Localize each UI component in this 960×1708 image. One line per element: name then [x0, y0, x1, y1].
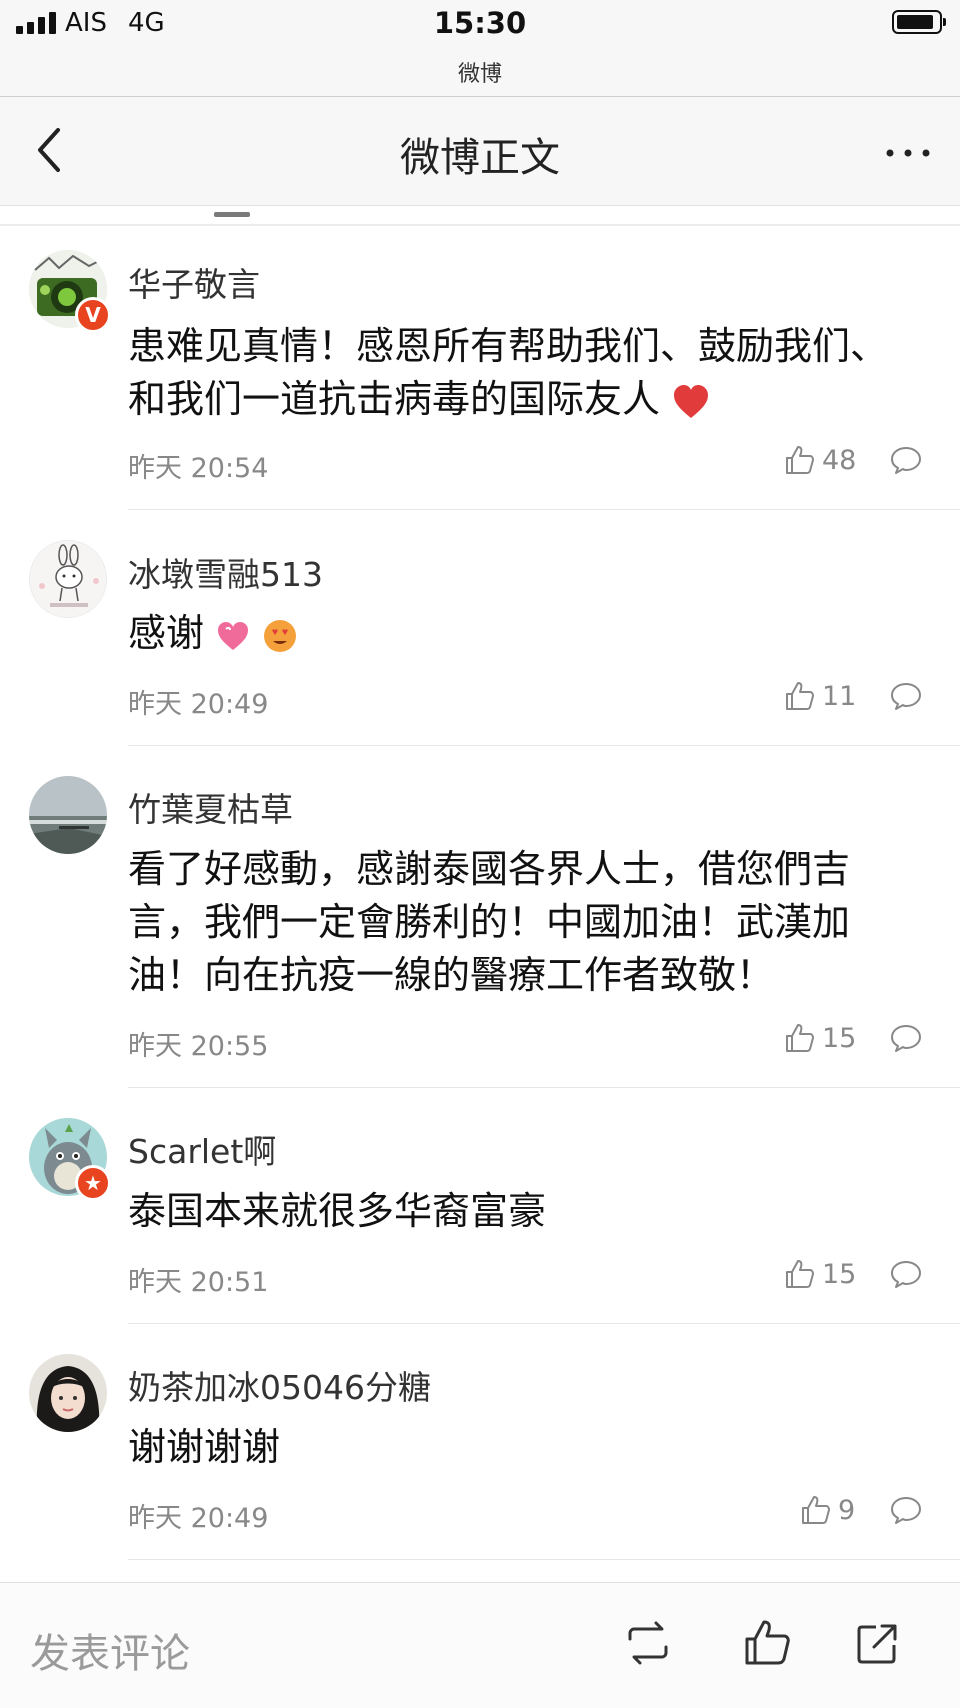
tab-indicator [214, 212, 250, 217]
comment-time: 昨天 20:51 [128, 1267, 269, 1298]
reply-button[interactable] [890, 1496, 922, 1524]
comment-divider [128, 1323, 960, 1324]
verified-badge: ★ [75, 1165, 111, 1201]
comment-time: 昨天 20:49 [128, 1503, 269, 1534]
thumbs-up-icon [786, 446, 814, 474]
comment-bubble-icon [891, 1261, 921, 1288]
comment-text-block: 看了好感動，感謝泰國各界人士，借您們吉言，我們一定會勝利的！中國加油！武漢加油！… [128, 843, 918, 1002]
like-button[interactable]: 11 [784, 680, 856, 712]
comment-text-block: 泰国本来就很多华裔富豪 [128, 1185, 918, 1238]
comment-text-block: 患难见真情！感恩所有帮助我们、鼓励我们、和我们一道抗击病毒的国际友人 [128, 320, 918, 426]
comment-bubble-icon [891, 1025, 921, 1052]
comment-divider [128, 1559, 960, 1560]
reply-button[interactable] [890, 682, 922, 710]
thumbs-up-icon [802, 1496, 830, 1524]
status-app-name: 微博 [457, 62, 502, 87]
share-button[interactable] [852, 1617, 904, 1669]
avatar[interactable] [29, 540, 107, 618]
like-button[interactable]: 48 [784, 444, 856, 476]
page-title: 微博正文 [400, 135, 560, 181]
like-count: 15 [822, 1022, 857, 1054]
comment-username[interactable]: 竹葉夏枯草 [128, 783, 293, 831]
like-button[interactable]: 15 [784, 1258, 856, 1290]
chevron-left-icon [38, 128, 60, 172]
status-time: 15:30 [433, 6, 527, 40]
thumbs-up-icon [786, 682, 814, 710]
like-count: 11 [822, 680, 857, 712]
thumbs-up-icon [786, 1260, 814, 1288]
more-dots-icon [886, 149, 930, 157]
avatar-image [29, 1354, 107, 1432]
share-icon [857, 1624, 897, 1664]
like-count: 9 [838, 1494, 856, 1526]
comment-bubble-icon [891, 447, 921, 474]
reply-button[interactable] [890, 446, 922, 474]
comment-text: 看了好感動，感謝泰國各界人士，借您們吉言，我們一定會勝利的！中國加油！武漢加油！… [128, 847, 851, 997]
divider [0, 224, 960, 226]
comment-divider [128, 745, 960, 746]
comment-text-block: 感谢 [128, 607, 918, 660]
comment-text: 泰国本来就很多华裔富豪 [128, 1189, 547, 1233]
comment-time: 昨天 20:55 [128, 1031, 269, 1062]
bottom-action-bar: 发表评论 [0, 1582, 960, 1708]
like-button[interactable]: 15 [784, 1022, 856, 1054]
comment-divider [128, 1087, 960, 1088]
like-count: 15 [822, 1258, 857, 1290]
comment-divider [128, 509, 960, 510]
verified-badge: V [75, 297, 111, 333]
avatar-image [29, 776, 107, 854]
comment-time: 昨天 20:54 [128, 453, 269, 484]
like-icon [745, 1620, 790, 1665]
heart-eyes-emoji-icon [264, 619, 297, 652]
nav-bar: 微博正文 [0, 96, 960, 206]
like-post-button[interactable] [742, 1617, 794, 1669]
heart-gift-emoji-icon [218, 621, 249, 650]
back-button[interactable] [30, 122, 70, 178]
comment-input[interactable]: 发表评论 [30, 1621, 190, 1679]
comment-username[interactable]: 冰墩雪融513 [128, 548, 323, 596]
comment-username[interactable]: 华子敬言 [128, 258, 260, 306]
reply-button[interactable] [890, 1260, 922, 1288]
comment-bubble-icon [891, 1497, 921, 1524]
thumbs-up-icon [786, 1024, 814, 1052]
comment-time: 昨天 20:49 [128, 689, 269, 720]
avatar-image [39, 544, 99, 607]
avatar[interactable] [29, 776, 107, 854]
reply-button[interactable] [890, 1024, 922, 1052]
comment-text: 感谢 [128, 611, 205, 655]
battery-icon [892, 10, 946, 34]
more-button[interactable] [880, 133, 936, 173]
like-button[interactable]: 9 [800, 1494, 855, 1526]
comment-bubble-icon [891, 683, 921, 710]
comment-username[interactable]: 奶茶加冰05046分糖 [128, 1361, 431, 1409]
heart-emoji-icon [674, 384, 709, 418]
avatar[interactable] [29, 1354, 107, 1432]
repost-icon [628, 1621, 668, 1665]
comment-text-block: 谢谢谢谢 [128, 1421, 918, 1474]
comment-username[interactable]: Scarlet啊 [128, 1125, 276, 1173]
status-bar: AIS 4G 15:30 微博 [0, 0, 960, 96]
comment-text: 谢谢谢谢 [128, 1425, 281, 1469]
repost-button[interactable] [622, 1617, 674, 1669]
like-count: 48 [822, 444, 857, 476]
comment-text: 患难见真情！感恩所有帮助我们、鼓励我们、和我们一道抗击病毒的国际友人 [128, 324, 889, 421]
